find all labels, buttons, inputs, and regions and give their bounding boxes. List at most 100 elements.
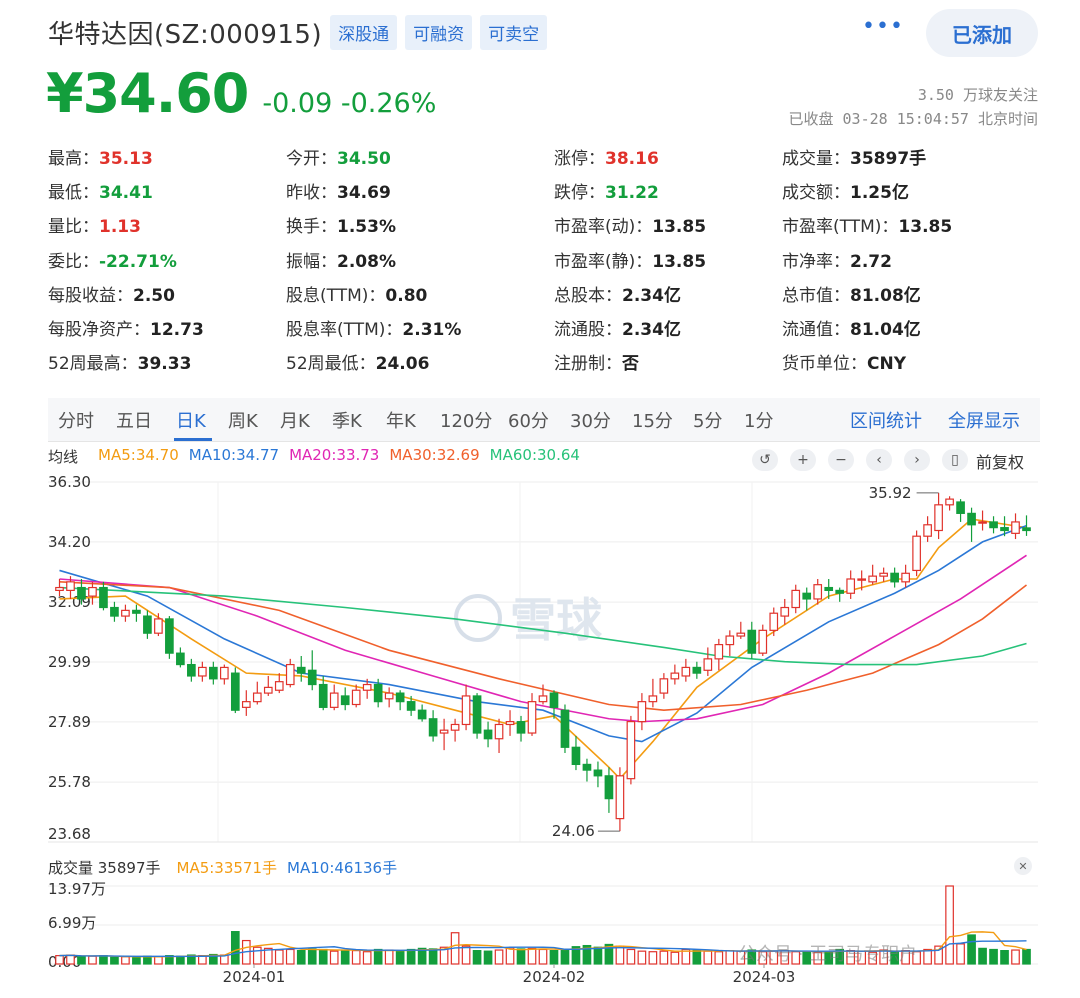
candle-body: [703, 658, 713, 671]
added-watchlist-button[interactable]: 已添加: [926, 9, 1038, 57]
candle-body: [198, 666, 207, 677]
volume-bar: [725, 949, 735, 965]
candle-body: [285, 663, 295, 686]
quote-value: 1.25亿: [850, 183, 909, 204]
volume-bar: [538, 948, 548, 965]
kline-chart[interactable]: 36.3034.2032.0929.9927.8925.7823.68雪球35.…: [0, 470, 1080, 850]
quote-cell: 货币单位：CNY: [782, 349, 906, 374]
tab-period[interactable]: 周K: [228, 407, 258, 433]
tab-period[interactable]: 15分: [632, 407, 673, 433]
candle-body: [209, 666, 218, 680]
tag-sz-connect[interactable]: 深股通: [330, 14, 398, 50]
volume-bar: [274, 949, 284, 965]
candle-body: [637, 701, 647, 723]
tab-period[interactable]: 5分: [693, 407, 722, 433]
tag-short[interactable]: 可卖空: [480, 14, 548, 50]
candle-body: [901, 572, 910, 583]
volume-bar: [560, 948, 570, 965]
quote-value: 13.85: [652, 217, 707, 238]
candle-body: [571, 746, 581, 766]
candle-body: [77, 586, 86, 600]
volume-bar: [252, 946, 262, 965]
candle-body: [813, 584, 823, 600]
tab-period[interactable]: 120分: [440, 407, 492, 433]
fullscreen-link[interactable]: 全屏显示: [948, 407, 1020, 433]
volume-bar: [1022, 948, 1031, 965]
candle-body: [681, 666, 691, 677]
quote-value: 81.08亿: [850, 285, 921, 306]
quote-label: 市盈率(TTM)：: [782, 217, 899, 238]
candle-body: [648, 695, 658, 703]
volume-chart[interactable]: 13.97万6.99万0.002024-01 2024-02 2024-03: [0, 876, 1080, 996]
candle-body: [846, 578, 856, 594]
zoom-in-icon[interactable]: +: [790, 449, 816, 471]
candle-body: [307, 669, 317, 686]
interval-stats-link[interactable]: 区间统计: [850, 407, 922, 433]
candle-body: [868, 575, 877, 583]
candle-body: [329, 692, 339, 708]
zoom-out-icon[interactable]: −: [828, 449, 854, 471]
candle-icon[interactable]: ▯: [942, 449, 968, 471]
volume-bar: [395, 950, 405, 965]
tab-period[interactable]: 月K: [280, 407, 310, 433]
ma-legend-item: MA20:33.73: [289, 446, 380, 464]
candle-body: [626, 721, 636, 780]
quote-cell: 跌停：31.22: [554, 178, 659, 203]
candle-body: [758, 629, 768, 654]
tab-period[interactable]: 五日: [116, 407, 152, 433]
volume-bar: [88, 955, 97, 965]
volume-bar: [296, 949, 306, 965]
volume-bar: [615, 945, 625, 965]
ma-legend-item: MA10:34.77: [188, 446, 280, 464]
tab-period[interactable]: 年K: [386, 407, 416, 433]
vol-y-tick: 13.97万: [48, 880, 106, 898]
volume-bar: [714, 951, 724, 965]
quote-cell: 市净率：2.72: [782, 247, 892, 272]
x-tick-label: 2024-01: [223, 968, 286, 986]
chevron-left-icon[interactable]: ‹: [866, 449, 892, 471]
volume-bar: [670, 951, 680, 965]
tab-period[interactable]: 60分: [508, 407, 549, 433]
quote-value: 34.69: [337, 183, 391, 204]
candle-body: [978, 521, 987, 524]
quote-label: 今开：: [286, 149, 337, 169]
quote-label: 注册制：: [554, 354, 622, 375]
quote-label: 最低：: [48, 183, 99, 204]
candle-body: [802, 592, 812, 600]
undo-icon[interactable]: ↺: [752, 449, 778, 471]
quote-label: 委比：: [48, 251, 99, 272]
tab-period[interactable]: 1分: [744, 407, 773, 433]
tag-margin[interactable]: 可融资: [405, 14, 473, 50]
volume-bar: [637, 950, 647, 965]
volume-bar: [1011, 949, 1020, 965]
vol-y-tick: 6.99万: [48, 914, 96, 932]
tab-period[interactable]: 日K: [176, 407, 206, 433]
candle-body: [560, 709, 570, 748]
price-row: ¥34.60 -0.09 -0.26%: [46, 62, 436, 125]
followers-count[interactable]: 3.50 万球友关注: [918, 84, 1038, 105]
candle-body: [857, 578, 867, 581]
chevron-right-icon[interactable]: ›: [904, 449, 930, 471]
more-horizontal-icon[interactable]: •••: [862, 14, 904, 39]
min-price-label: 24.06: [552, 822, 595, 840]
x-tick-label: 2024-03: [733, 968, 796, 986]
quote-cell: 市盈率(动)：13.85: [554, 212, 706, 237]
volume-bar: [121, 956, 130, 965]
tab-period[interactable]: 分时: [58, 407, 94, 433]
y-tick-label: 23.68: [48, 825, 91, 843]
volume-bar: [132, 956, 141, 965]
volume-bar: [703, 950, 713, 965]
volume-bar: [648, 951, 658, 965]
close-icon[interactable]: ✕: [1014, 857, 1032, 875]
ma-label[interactable]: 均线: [48, 446, 78, 467]
tab-period[interactable]: 季K: [332, 407, 362, 433]
volume-bar: [483, 950, 493, 965]
tab-period[interactable]: 30分: [570, 407, 611, 433]
candle-body: [406, 701, 416, 711]
quote-cell: 市盈率(TTM)：13.85: [782, 212, 952, 237]
volume-bar: [307, 948, 317, 965]
candle-body: [615, 775, 625, 820]
volume-bar: [967, 934, 976, 965]
quote-label: 52周最高：: [48, 354, 138, 375]
quote-value: 13.85: [652, 251, 707, 272]
